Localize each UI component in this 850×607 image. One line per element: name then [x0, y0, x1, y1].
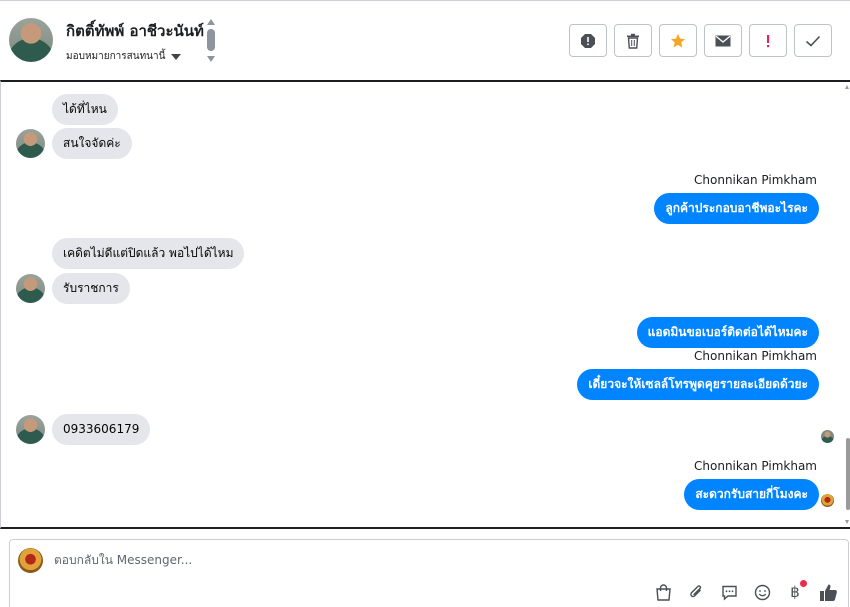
outgoing-message[interactable]: แอดมินขอเบอร์ติดต่อได้ไหมคะ: [636, 317, 819, 348]
conversation-header: กิตติ์ทัพพ์ อาชีวะนันท์ มอบหมายการสนทนาน…: [0, 0, 850, 80]
incoming-message[interactable]: สนใจจัดค่ะ: [52, 128, 132, 159]
header-scroll-control[interactable]: [206, 19, 216, 65]
sender-name: Chonnikan Pimkham: [694, 173, 817, 187]
outgoing-message[interactable]: สะดวกรับสายกี่โมงคะ: [684, 479, 819, 510]
envelope-icon: [715, 35, 731, 46]
reply-composer: ฿: [9, 539, 849, 607]
mark-done-button[interactable]: [794, 24, 832, 57]
message-thread[interactable]: ได้ที่ไหน สนใจจัดค่ะ Chonnikan Pimkham ล…: [0, 80, 850, 529]
contact-avatar-small[interactable]: [16, 274, 45, 303]
checkmark-icon: [805, 35, 821, 47]
star-icon: [671, 33, 685, 47]
octagon-alert-icon: [581, 33, 595, 48]
incoming-message[interactable]: รับราชการ: [52, 273, 130, 304]
page-avatar: [18, 548, 43, 573]
contact-avatar[interactable]: [9, 18, 53, 62]
contact-avatar-small[interactable]: [16, 129, 45, 158]
exclamation-icon: [767, 34, 770, 47]
sender-name: Chonnikan Pimkham: [694, 349, 817, 363]
like-button[interactable]: [818, 582, 838, 602]
outgoing-message[interactable]: ลูกค้าประกอบอาชีพอะไรคะ: [654, 193, 819, 224]
caret-down-icon: [171, 53, 182, 60]
assign-conversation-dropdown[interactable]: มอบหมายการสนทนานี้: [66, 49, 182, 64]
assign-label: มอบหมายการสนทนานี้: [66, 51, 166, 62]
mark-unread-button[interactable]: [704, 24, 742, 57]
trash-icon: [627, 33, 639, 49]
thumbs-up-icon: [819, 584, 837, 601]
scroll-down-arrow-icon[interactable]: [845, 520, 849, 524]
star-button[interactable]: [659, 24, 697, 57]
delete-button[interactable]: [614, 24, 652, 57]
page-seen-indicator: [821, 494, 834, 507]
contact-avatar-small[interactable]: [16, 415, 45, 444]
outgoing-message[interactable]: เดี๋ยวจะให้เซลล์โทรพูดคุยรายละเอียดด้วยะ: [577, 369, 819, 400]
scroll-thumb[interactable]: [207, 29, 215, 51]
seen-indicator-avatar: [821, 430, 834, 443]
mark-spam-button[interactable]: [569, 24, 607, 57]
emoji-button[interactable]: [752, 582, 772, 602]
messenger-inbox: กิตติ์ทัพพ์ อาชีวะนันท์ มอบหมายการสนทนาน…: [0, 0, 850, 607]
incoming-message[interactable]: 0933606179: [52, 414, 151, 445]
attach-button[interactable]: [686, 582, 706, 602]
saved-reply-icon: [721, 585, 737, 601]
incoming-message[interactable]: เคดิตไม่ดีแต่ปิดแล้ว พอไปได้ไหม: [52, 238, 245, 269]
arrow-up-icon[interactable]: [207, 19, 215, 25]
follow-up-button[interactable]: [749, 24, 787, 57]
scrollbar-thumb[interactable]: [846, 438, 850, 510]
composer-toolbar: ฿: [653, 580, 838, 602]
contact-name[interactable]: กิตติ์ทัพพ์ อาชีวะนันท์: [66, 19, 204, 43]
scroll-up-arrow-icon[interactable]: [845, 85, 849, 89]
reply-input[interactable]: [54, 553, 654, 567]
notification-dot: [800, 580, 807, 587]
bag-icon: [655, 583, 671, 601]
emoji-icon: [754, 584, 770, 600]
paperclip-icon: [689, 584, 701, 597]
saved-replies-button[interactable]: [719, 582, 739, 602]
shop-button[interactable]: [653, 582, 673, 602]
arrow-down-icon[interactable]: [207, 56, 215, 62]
payment-button[interactable]: ฿: [785, 580, 807, 602]
incoming-message[interactable]: ได้ที่ไหน: [52, 94, 118, 125]
conversation-toolbar: [569, 24, 832, 57]
thread-scrollbar[interactable]: [844, 82, 850, 527]
sender-name: Chonnikan Pimkham: [694, 459, 817, 473]
baht-icon: ฿: [790, 583, 800, 601]
